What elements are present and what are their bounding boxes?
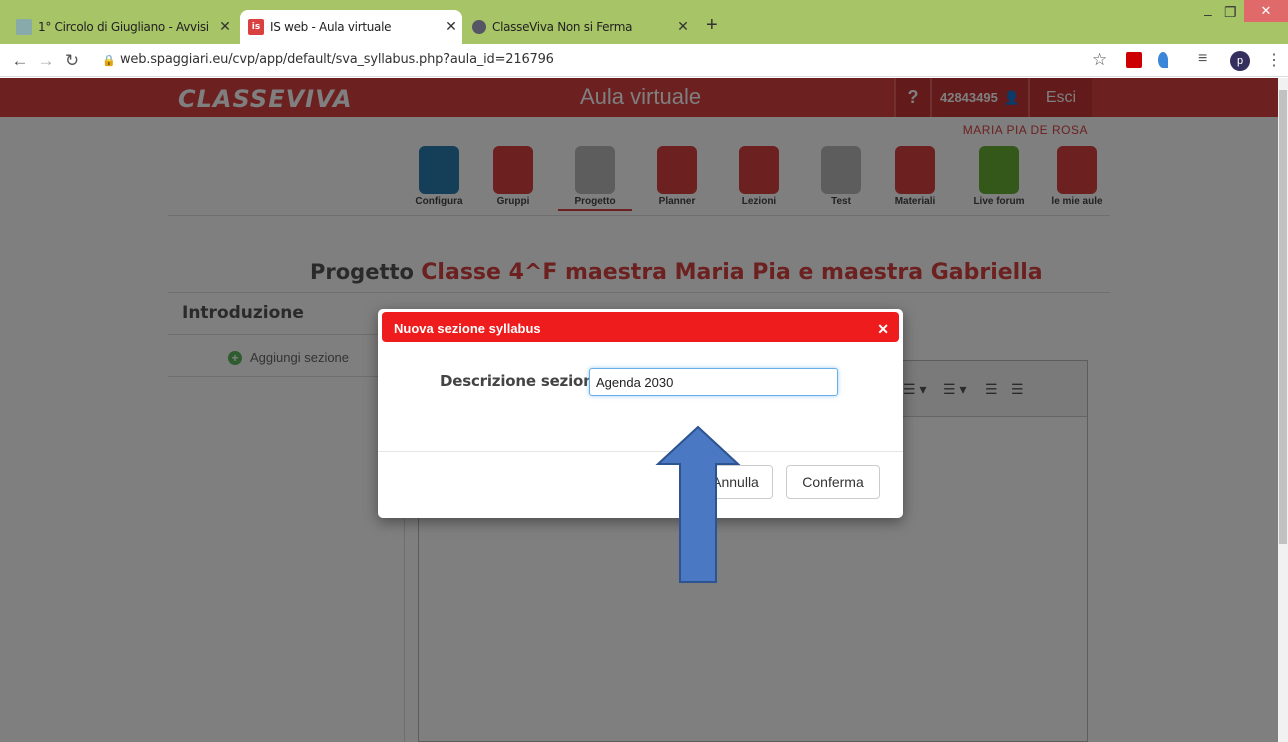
confirm-button[interactable]: Conferma xyxy=(786,465,880,499)
reload-icon[interactable]: ↻ xyxy=(60,44,84,77)
tab-title: 1° Circolo di Giugliano - Avvisi xyxy=(38,20,209,34)
pdf-extension-icon[interactable] xyxy=(1126,52,1142,68)
address-bar: ← → ↻ 🔒 web.spaggiari.eu/cvp/app/default… xyxy=(0,44,1288,77)
browser-tab-1[interactable]: 1° Circolo di Giugliano - Avvisi ✕ xyxy=(16,10,236,44)
tab-title: IS web - Aula virtuale xyxy=(270,20,392,34)
browser-tab-2[interactable]: is IS web - Aula virtuale ✕ xyxy=(240,10,462,44)
new-section-dialog: Nuova sezione syllabus ✕ Descrizione sez… xyxy=(378,309,903,518)
close-tab-icon[interactable]: ✕ xyxy=(672,19,694,35)
browser-tab-3[interactable]: ClasseViva Non si Ferma ✕ xyxy=(472,10,694,44)
lock-icon: 🔒 xyxy=(102,55,116,67)
up-arrow-annotation xyxy=(655,425,741,583)
globe-icon xyxy=(472,20,486,34)
description-label: Descrizione sezione xyxy=(440,372,604,390)
scrollbar-thumb[interactable] xyxy=(1279,90,1287,544)
is-web-icon: is xyxy=(248,19,264,35)
close-icon[interactable]: ✕ xyxy=(877,321,889,338)
forward-icon[interactable]: → xyxy=(34,44,58,77)
dialog-title: Nuova sezione syllabus xyxy=(394,321,541,336)
close-tab-icon[interactable]: ✕ xyxy=(440,19,462,35)
maximize-icon[interactable]: ❐ xyxy=(1224,4,1237,21)
divider xyxy=(378,451,903,452)
window-close-icon[interactable]: ✕ xyxy=(1244,0,1288,22)
back-icon[interactable]: ← xyxy=(8,44,32,77)
dialog-header: Nuova sezione syllabus ✕ xyxy=(382,312,899,342)
url-field[interactable]: web.spaggiari.eu/cvp/app/default/sva_syl… xyxy=(120,52,554,67)
profile-avatar[interactable]: p xyxy=(1230,51,1250,71)
description-input[interactable] xyxy=(589,368,838,396)
tab-title: ClasseViva Non si Ferma xyxy=(492,20,633,34)
page-icon xyxy=(16,19,32,35)
menu-kebab-icon[interactable]: ⋮ xyxy=(1266,50,1282,70)
new-tab-button[interactable]: + xyxy=(706,14,718,37)
minimize-icon[interactable]: – xyxy=(1204,6,1212,22)
browser-tab-bar: 1° Circolo di Giugliano - Avvisi ✕ is IS… xyxy=(0,0,1288,44)
feather-extension-icon[interactable] xyxy=(1158,52,1168,68)
bookmark-star-icon[interactable]: ☆ xyxy=(1092,50,1107,70)
close-tab-icon[interactable]: ✕ xyxy=(214,19,236,35)
playlist-icon[interactable]: ≡ xyxy=(1198,50,1207,68)
